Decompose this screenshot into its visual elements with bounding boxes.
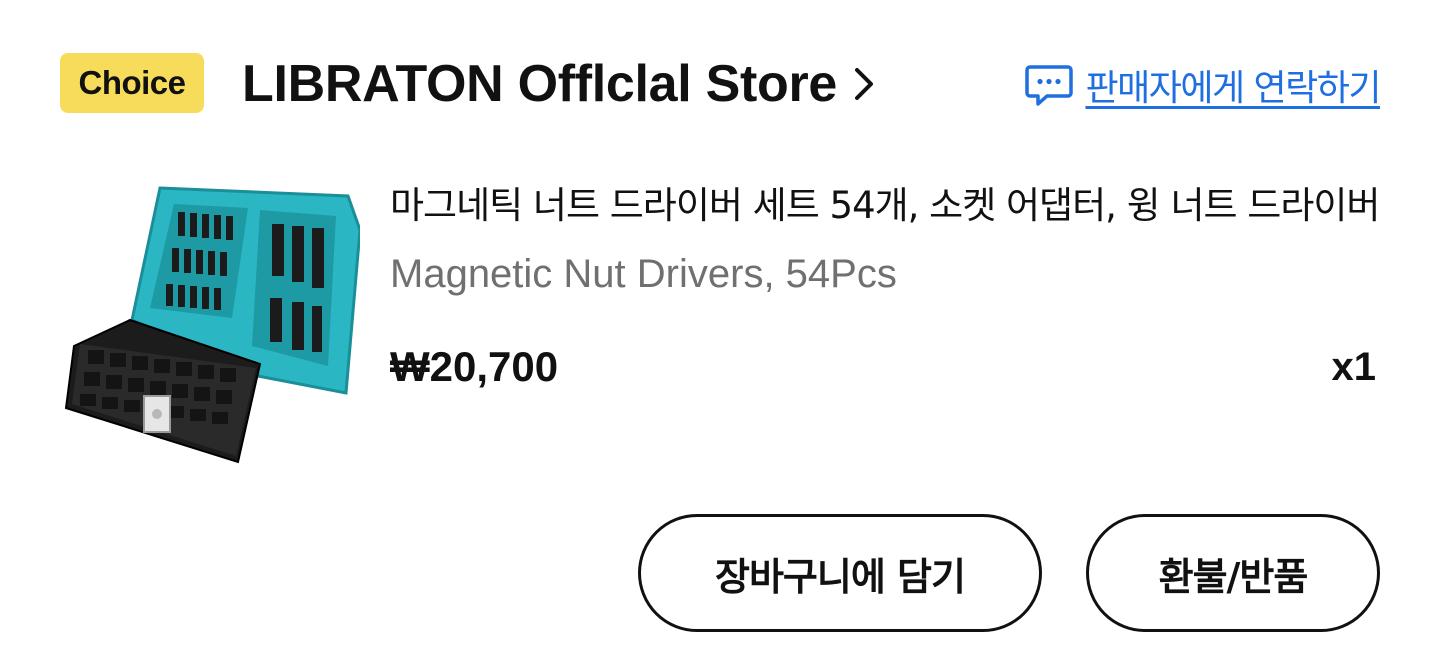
product-subtitle: Magnetic Nut Drivers, 54Pcs	[390, 252, 897, 296]
store-link[interactable]: LIBRATON Offlclal Store	[242, 52, 879, 116]
product-quantity: x1	[1331, 345, 1377, 389]
chevron-right-icon	[849, 64, 879, 104]
order-item[interactable]: 마그네틱 너트 드라이버 세트 54개, 소켓 어댑터, 윙 너트 드라이버 M…	[60, 160, 1380, 470]
contact-seller-label: 판매자에게 연락하기	[1085, 68, 1381, 109]
add-to-cart-button[interactable]: 장바구니에 담기	[638, 514, 1042, 632]
refund-return-button[interactable]: 환불/반품	[1086, 514, 1380, 632]
product-image[interactable]	[60, 168, 362, 468]
product-price: ₩20,700	[390, 343, 559, 390]
choice-badge: Choice	[60, 53, 204, 113]
chat-icon	[1025, 63, 1074, 107]
contact-seller-link[interactable]: 판매자에게 연락하기	[1025, 56, 1381, 114]
store-header: Choice LIBRATON Offlclal Store 판매자에게 연락하…	[60, 52, 1381, 116]
product-title[interactable]: 마그네틱 너트 드라이버 세트 54개, 소켓 어댑터, 윙 너트 드라이버	[390, 175, 1380, 229]
store-name: LIBRATON Offlclal Store	[242, 55, 838, 113]
tool-case-icon	[64, 186, 362, 464]
